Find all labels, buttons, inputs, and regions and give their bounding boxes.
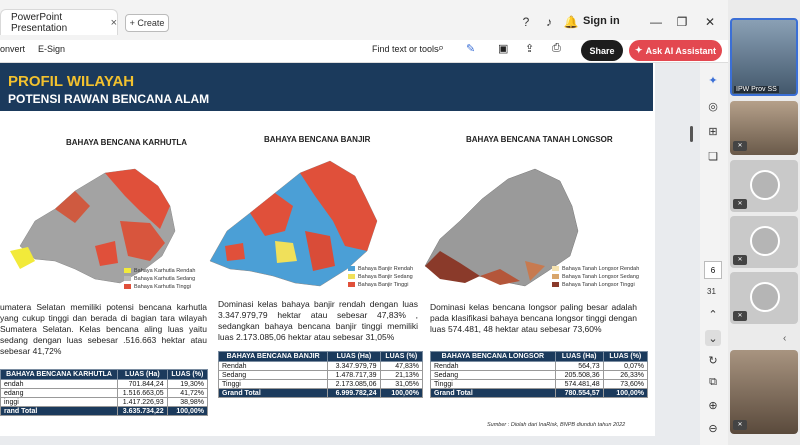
source-note: Sumber : Diolah dari InaRisk, BNPB diund…	[487, 422, 626, 428]
participant-video	[732, 20, 796, 94]
ask-ai-button[interactable]: ✦ Ask AI Assistant	[629, 40, 722, 61]
legend-longsor: Bahaya Tanah Longsor Rendah Bahaya Tanah…	[552, 265, 639, 289]
ai-icon: ✦	[635, 45, 643, 55]
table-row: inggi 1.417.226,93 38,98%	[0, 397, 209, 407]
slide-subtitle: POTENSI RAWAN BENCANA ALAM	[8, 92, 210, 106]
participant-tile-active[interactable]: IPW Prov SS	[730, 18, 798, 96]
legend-banjir: Bahaya Banjir Rendah Bahaya Banjir Sedan…	[348, 265, 413, 289]
table-banjir: BAHAYA BENCANA BANJIR LUAS (Ha) LUAS (%) R…	[217, 351, 424, 398]
search-icon[interactable]: ⌕	[438, 42, 444, 55]
find-tools-label[interactable]: Find text or tools	[372, 44, 439, 54]
table-row: Tinggi 574.481,48 73,60%	[430, 379, 649, 389]
table-row: Sedang 205.508,36 26,33%	[430, 370, 649, 380]
document-tab[interactable]: PowerPoint Presentation ×	[0, 9, 118, 35]
ask-ai-label: Ask AI Assistant	[645, 45, 716, 56]
chevron-up-icon[interactable]: ⌃	[705, 306, 721, 322]
new-tab-button[interactable]: + Create	[125, 14, 169, 32]
ai-sparkle-icon[interactable]: ✦	[705, 72, 721, 88]
slide-page: PROFIL WILAYAH POTENSI RAWAN BENCANA ALA…	[0, 63, 655, 436]
mic-muted-icon: ✕	[733, 311, 747, 321]
upload-icon[interactable]: ⇪	[525, 42, 534, 55]
convert-menu[interactable]: onvert	[0, 44, 25, 54]
chevron-left-icon[interactable]: ‹	[783, 333, 786, 344]
table-karhutla: BAHAYA BENCANA KARHUTLA LUAS (Ha) LUAS (%)…	[0, 369, 209, 416]
legend-karhutla: Bahaya Karhutla Rendah Bahaya Karhutla S…	[124, 267, 195, 291]
mic-muted-icon: ✕	[733, 420, 747, 430]
participant-tile[interactable]: ✕	[730, 350, 798, 434]
participant-tile[interactable]: ✕	[730, 216, 798, 268]
rotate-icon[interactable]: ↻	[705, 352, 721, 368]
participant-tile[interactable]: ✕	[730, 160, 798, 212]
zoom-in-icon[interactable]: ⊕	[705, 397, 721, 413]
table-row: Tinggi 2.173.085,06 31,05%	[217, 379, 424, 389]
toolbar: onvert E-Sign Find text or tools ⌕ ✎ ▣ ⇪…	[0, 40, 728, 63]
print-icon[interactable]: ⎙	[552, 42, 561, 55]
avatar	[750, 226, 780, 256]
table-row: Sedang 1.478.717,39 21,13%	[217, 370, 424, 380]
table-row: Rendah 564,73 0,07%	[430, 361, 649, 371]
map-title-longsor: BAHAYA BENCANA TANAH LONGSOR	[466, 135, 613, 144]
map-title-karhutla: BAHAYA BENCANA KARHUTLA	[66, 138, 188, 147]
esign-menu[interactable]: E-Sign	[38, 44, 65, 54]
notifications-icon[interactable]: ♪	[541, 14, 557, 30]
mic-muted-icon: ✕	[733, 255, 747, 265]
table-total-row: rand Total 3.635.734,22 100,00%	[0, 406, 209, 416]
participant-tile[interactable]: ✕	[730, 272, 798, 324]
slide-banner: PROFIL WILAYAH POTENSI RAWAN BENCANA ALA…	[0, 63, 653, 111]
table-total-row: Grand Total 780.554,57 100,00%	[430, 388, 649, 398]
sign-in-link[interactable]: Sign in	[583, 15, 620, 27]
minimize-icon[interactable]: —	[648, 14, 664, 30]
bookmark-icon[interactable]: ⊞	[705, 123, 721, 139]
participant-tile[interactable]: ✕	[730, 101, 798, 155]
avatar	[750, 170, 780, 200]
avatar	[750, 282, 780, 312]
paragraph-banjir: Dominasi kelas bahaya banjir rendah deng…	[218, 299, 418, 342]
scrollbar-thumb[interactable]	[690, 126, 693, 142]
page-number-input[interactable]: 6	[704, 261, 722, 279]
help-icon[interactable]: ?	[518, 14, 534, 30]
maximize-icon[interactable]: ❐	[674, 14, 690, 30]
comment-icon[interactable]: ◎	[705, 98, 721, 114]
save-icon[interactable]: ▣	[498, 42, 508, 55]
table-row: endah 701.844,24 19,30%	[0, 379, 209, 389]
pages-icon[interactable]: ❏	[705, 148, 721, 164]
share-button[interactable]: Share	[581, 40, 623, 61]
tab-close-icon[interactable]: ×	[111, 17, 117, 29]
mic-muted-icon: ✕	[733, 199, 747, 209]
map-title-banjir: BAHAYA BENCANA BANJIR	[264, 135, 371, 144]
table-row: Rendah 3.347.979,79 47,83%	[217, 361, 424, 371]
paragraph-longsor: Dominasi kelas bencana longsor paling be…	[430, 302, 637, 334]
zoom-out-icon[interactable]: ⊖	[705, 420, 721, 436]
slide-title: PROFIL WILAYAH	[8, 73, 135, 90]
paragraph-karhutla: umatera Selatan memiliki potensi bencana…	[0, 302, 207, 356]
chevron-down-icon[interactable]: ⌄	[705, 330, 721, 346]
table-longsor: BAHAYA BENCANA LONGSOR LUAS (Ha) LUAS (%) …	[430, 351, 649, 398]
page-total: 31	[707, 287, 716, 296]
bell-icon[interactable]: 🔔	[563, 14, 579, 30]
table-row: edang 1.516.663,05 41,72%	[0, 388, 209, 398]
extract-icon[interactable]: ⧉	[705, 374, 721, 390]
mic-muted-icon: ✕	[733, 141, 747, 151]
participant-label: IPW Prov SS	[734, 86, 779, 93]
table-total-row: Grand Total 6.999.782,24 100,00%	[217, 388, 424, 398]
close-window-icon[interactable]: ✕	[702, 14, 718, 30]
edit-icon[interactable]: ✎	[466, 42, 475, 55]
tab-title: PowerPoint Presentation	[11, 11, 68, 34]
